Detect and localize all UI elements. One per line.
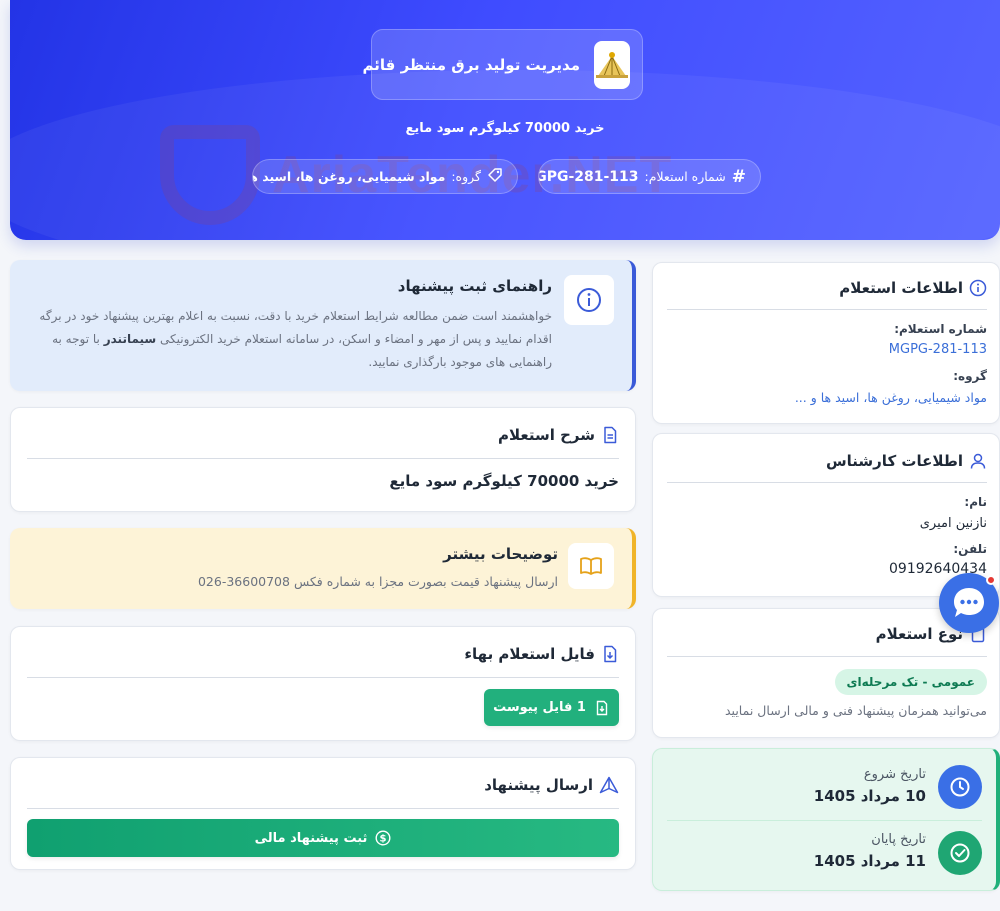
clock-icon — [938, 765, 982, 809]
brand-title: مدیریت تولید برق منتظر قائم — [362, 55, 580, 74]
book-icon — [568, 543, 614, 589]
guide-box: راهنمای ثبت پیشنهاد خواهشمند است ضمن مطا… — [10, 260, 636, 391]
start-date: 10 مرداد 1405 — [813, 787, 926, 805]
guide-text: خواهشمند است ضمن مطالعه شرایط استعلام خر… — [27, 305, 552, 374]
inquiry-type-badge: عمومی - تک مرحله‌ای — [834, 669, 987, 695]
attachment-button-label: 1 فایل پیوست — [493, 700, 586, 715]
hash-icon: # — [731, 166, 746, 187]
description-header: شرح استعلام — [498, 426, 619, 444]
inquiry-type-card: نوع استعلام عمومی - تک مرحله‌ای می‌توانی… — [652, 608, 1000, 738]
info-icon — [564, 275, 614, 325]
expert-phone-label: تلفن: — [953, 542, 987, 556]
submit-financial-offer-button[interactable]: $ ثبت پیشنهاد مالی — [27, 819, 619, 857]
file-title: فایل استعلام بهاء — [464, 645, 595, 663]
group-label: گروه: — [451, 169, 481, 184]
group-label: گروه: — [953, 369, 987, 383]
attachment-button[interactable]: 1 فایل پیوست — [484, 689, 619, 726]
expert-name-label: نام: — [964, 495, 987, 509]
tag-icon — [487, 167, 503, 186]
user-icon — [970, 453, 986, 469]
start-date-label: تاریخ شروع — [863, 767, 926, 782]
dates-card: تاریخ شروع 10 مرداد 1405 تاریخ پایان 11 … — [652, 748, 1000, 891]
guide-text-line-3: راهنمایی های موجود بارگذاری نمایید. — [368, 355, 552, 369]
chat-bubble-icon — [954, 588, 984, 617]
expert-name: نازنین امیری — [919, 516, 987, 531]
group-value: مواد شیمیایی، روغن ها، اسید ها و ... — [253, 169, 446, 184]
dollar-icon: $ — [375, 830, 391, 846]
document-icon — [604, 426, 617, 444]
watermark-shield-icon — [160, 125, 260, 225]
description-title: شرح استعلام — [498, 426, 595, 444]
send-offer-card: ارسال پیشنهاد $ ثبت پیشنهاد مالی — [10, 757, 636, 870]
group-link[interactable]: مواد شیمیایی، روغن ها، اسید ها و ... — [795, 390, 987, 405]
description-text: خرید 70000 کیلوگرم سود مایع — [389, 472, 619, 490]
check-circle-icon — [938, 831, 982, 875]
file-card: فایل استعلام بهاء 1 فایل پیوست — [10, 626, 636, 741]
inquiry-info-card: اطلاعات استعلام شماره استعلام: MGPG-281-… — [652, 262, 1000, 424]
more-title: توضیحات بیشتر — [443, 545, 558, 563]
expert-header: اطلاعات کارشناس — [826, 452, 987, 470]
send-icon — [599, 776, 619, 794]
more-text: ارسال پیشنهاد قیمت بصورت مجزا به شماره ف… — [197, 574, 558, 589]
file-attachment-icon — [596, 700, 608, 715]
inquiry-number-pill[interactable]: # شماره استعلام: MGPG-281-113 — [538, 159, 761, 194]
send-title: ارسال پیشنهاد — [484, 776, 593, 794]
file-download-icon — [604, 645, 617, 663]
inquiry-info-title: اطلاعات استعلام — [839, 279, 963, 297]
organization-logo-icon — [594, 40, 630, 89]
inquiry-number-link[interactable]: MGPG-281-113 — [889, 342, 987, 357]
file-header: فایل استعلام بهاء — [464, 645, 619, 663]
inquiry-number-label: شماره استعلام: — [644, 169, 726, 184]
expert-info-card: اطلاعات کارشناس نام: نازنین امیری تلفن: … — [652, 433, 1000, 597]
hero-subtitle: خرید 70000 کیلوگرم سود مایع — [405, 121, 605, 136]
guide-text-line-1: خواهشمند است ضمن مطالعه شرایط استعلام خر… — [39, 309, 552, 323]
guide-title: راهنمای ثبت پیشنهاد — [397, 277, 552, 295]
inquiry-info-header: اطلاعات استعلام — [839, 279, 987, 297]
description-card: شرح استعلام خرید 70000 کیلوگرم سود مایع — [10, 407, 636, 512]
svg-text:$: $ — [380, 834, 387, 845]
info-circle-icon — [969, 279, 987, 297]
send-header: ارسال پیشنهاد — [484, 776, 619, 794]
end-date: 11 مرداد 1405 — [813, 852, 926, 870]
submit-financial-offer-label: ثبت پیشنهاد مالی — [254, 830, 368, 846]
more-details-box: توضیحات بیشتر ارسال پیشنهاد قیمت بصورت م… — [10, 528, 636, 609]
brand-box[interactable]: مدیریت تولید برق منتظر قائم — [363, 29, 643, 100]
inquiry-number-label: شماره استعلام: — [894, 322, 987, 336]
guide-text-line-2: اقدام نمایید و پس از مهر و امضاء و اسکن،… — [52, 332, 552, 346]
end-date-label: تاریخ پایان — [871, 832, 926, 847]
group-pill[interactable]: گروه: مواد شیمیایی، روغن ها، اسید ها و .… — [252, 159, 518, 194]
simatender-brand: سیماتندر — [103, 332, 157, 346]
type-title: نوع استعلام — [875, 625, 963, 643]
inquiry-number-value: MGPG-281-113 — [539, 168, 639, 185]
chat-notification-dot — [986, 575, 996, 585]
expert-title: اطلاعات کارشناس — [825, 452, 963, 470]
inquiry-type-note: می‌توانید همزمان پیشنهاد فنی و مالی ارسا… — [725, 703, 987, 718]
